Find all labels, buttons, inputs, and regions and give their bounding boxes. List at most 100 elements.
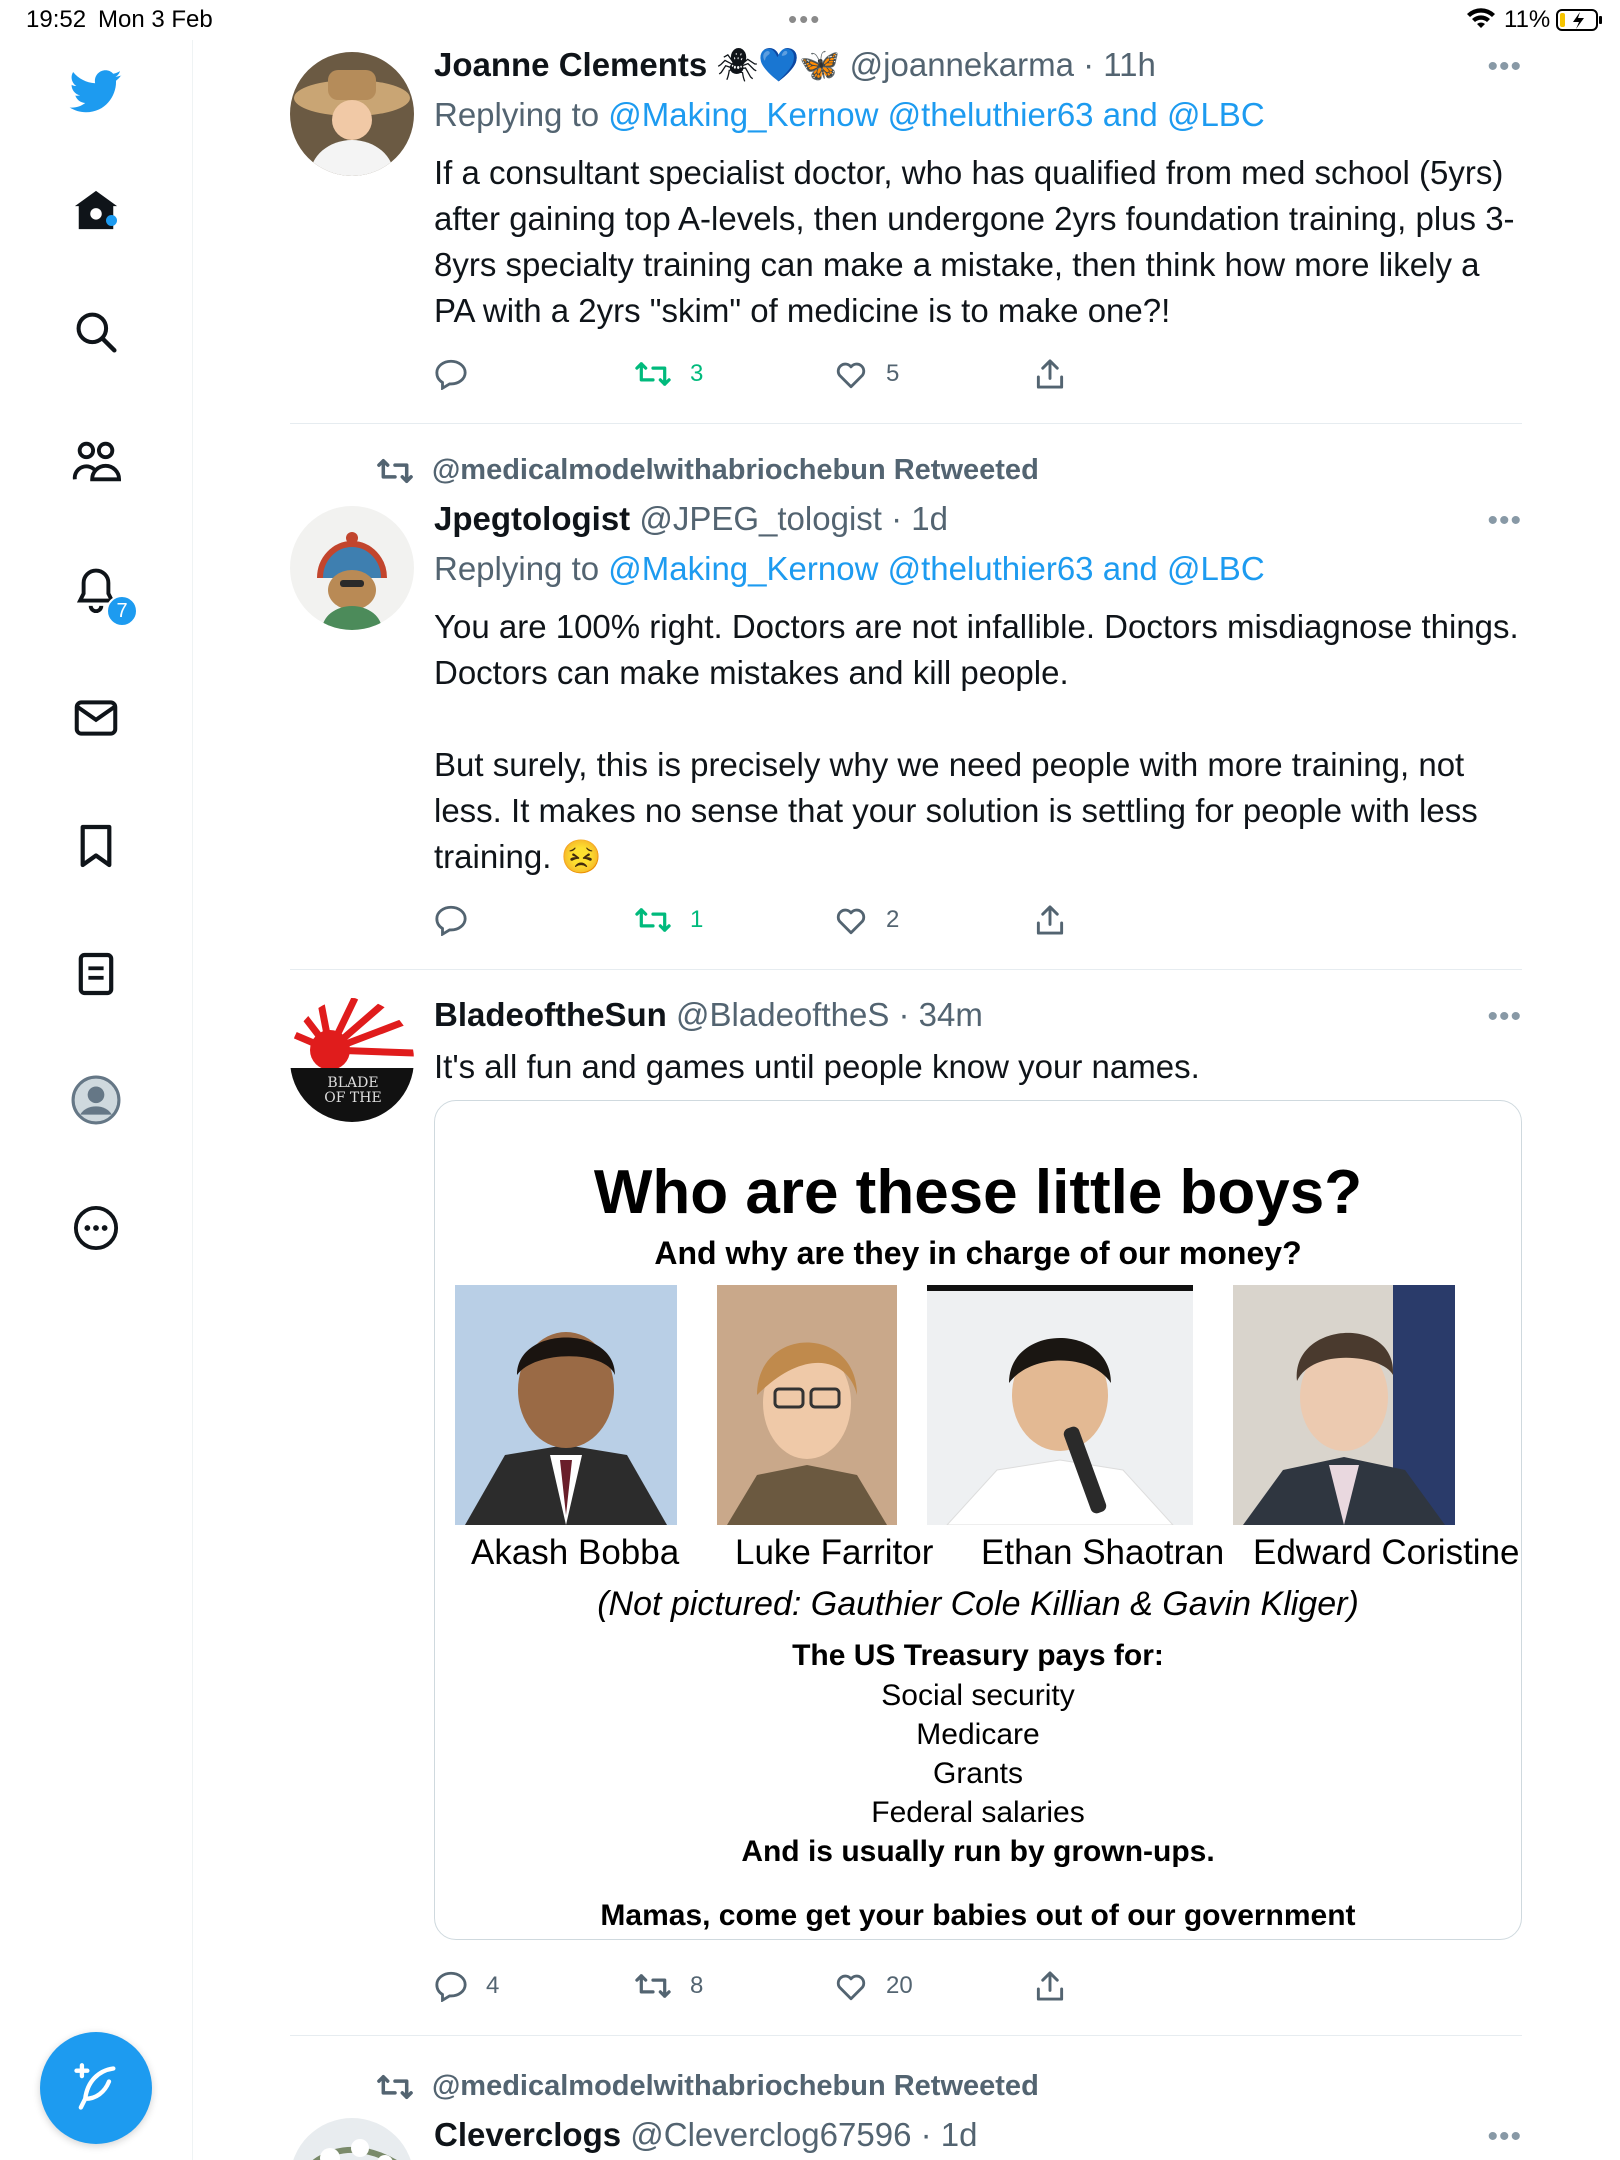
like-heart-icon <box>836 908 866 935</box>
tweet[interactable]: @medicalmodelwithabriochebun Retweeted C… <box>290 2066 1522 2160</box>
replying-to: Replying to @Making_Kernow @theluthier63… <box>434 550 1265 587</box>
sidebar: 7 <box>0 40 193 2160</box>
like-heart-icon <box>836 362 866 389</box>
person-photo <box>1233 1285 1455 1525</box>
reply-button[interactable]: 4 <box>434 1966 499 2006</box>
tweet-divider <box>290 2035 1522 2036</box>
lists-icon[interactable] <box>66 944 126 1004</box>
retweet-icon <box>377 2074 413 2099</box>
tweet[interactable]: Joanne Clements 🕷💙🦋 @joannekarma · 11h •… <box>290 40 1522 420</box>
share-icon <box>1036 1971 1064 2001</box>
author-handle[interactable]: @BladeoftheS <box>676 996 889 1033</box>
share-button[interactable] <box>1034 900 1066 940</box>
messages-envelope-icon[interactable] <box>66 688 126 748</box>
card-closing: Mamas, come get your babies out of our g… <box>600 1899 1356 1932</box>
compose-feather-icon <box>74 2063 116 2110</box>
author-handle[interactable]: @joannekarma <box>850 46 1074 83</box>
tweet-image-card[interactable]: Who are these little boys? And why are t… <box>434 1100 1522 1940</box>
tweet-more-icon[interactable]: ••• <box>1487 504 1522 538</box>
share-icon <box>1036 905 1064 935</box>
mention-link[interactable]: @Making_Kernow @theluthier63 <box>608 96 1093 133</box>
battery-percent: 11% <box>1504 6 1551 33</box>
communities-icon[interactable] <box>66 432 126 492</box>
card-subtitle: And why are they in charge of our money? <box>654 1235 1302 1271</box>
card-title: Who are these little boys? <box>593 1158 1363 1227</box>
author-name[interactable]: Jpegtologist <box>434 500 630 537</box>
home-unread-dot <box>106 215 117 226</box>
share-button[interactable] <box>1034 354 1066 394</box>
reply-count: 4 <box>486 1972 500 1999</box>
avatar[interactable] <box>290 52 414 176</box>
tweet-time: 34m <box>918 996 983 1033</box>
like-count: 2 <box>886 906 900 933</box>
tweet-more-icon[interactable]: ••• <box>1487 50 1522 84</box>
retweet-button[interactable]: 8 <box>634 1966 703 2006</box>
card-list-item: Federal salaries <box>871 1796 1085 1829</box>
retweet-count: 8 <box>690 1972 704 1999</box>
author-name[interactable]: Joanne Clements <box>434 46 707 83</box>
author-handle[interactable]: @JPEG_tologist <box>639 500 882 537</box>
like-heart-icon <box>836 1974 866 2001</box>
person-name: Edward Coristine <box>1253 1533 1520 1572</box>
profile-avatar-icon[interactable] <box>66 1070 126 1130</box>
card-heading: The US Treasury pays for: <box>792 1639 1164 1672</box>
author-name[interactable]: BladeoftheSun <box>434 996 667 1033</box>
card-list-item: Social security <box>881 1679 1075 1712</box>
person-name: Luke Farritor <box>735 1533 934 1572</box>
retweet-icon <box>635 362 671 386</box>
tweet-actions: 3 5 <box>434 354 1134 394</box>
retweeted-by: @medicalmodelwithabriochebun Retweeted <box>376 454 1039 487</box>
author-handle[interactable]: @Cleverclog67596 <box>630 2116 911 2153</box>
reply-button[interactable] <box>434 354 468 394</box>
status-date: Mon 3 Feb <box>98 6 213 33</box>
card-list-item: Grants <box>932 1757 1024 1790</box>
reply-icon <box>435 1971 467 2002</box>
person-name: Ethan Shaotran <box>981 1533 1225 1572</box>
reply-button[interactable] <box>434 900 468 940</box>
tweet-text: It's all fun and games until people know… <box>434 1048 1200 1085</box>
author-name[interactable]: Cleverclogs <box>434 2116 621 2153</box>
avatar[interactable]: BLADE OF THE <box>290 998 414 1122</box>
tweet-divider <box>290 423 1522 424</box>
tweet-text: You are 100% right. Doctors are not infa… <box>434 608 1519 875</box>
mention-link[interactable]: @Making_Kernow @theluthier63 <box>608 550 1093 587</box>
search-icon[interactable] <box>66 302 126 362</box>
status-time: 19:52 <box>26 6 87 33</box>
like-button[interactable]: 5 <box>834 354 899 394</box>
like-count: 5 <box>886 360 900 387</box>
reply-icon <box>435 905 467 936</box>
person-photo <box>455 1285 677 1525</box>
retweeted-by: @medicalmodelwithabriochebun Retweeted <box>376 2070 1039 2103</box>
bookmarks-icon[interactable] <box>66 816 126 876</box>
tweet-text: If a consultant specialist doctor, who h… <box>434 154 1515 329</box>
tweet[interactable]: @medicalmodelwithabriochebun Retweeted J… <box>290 450 1522 960</box>
avatar-label: BLADE OF THE <box>324 1075 382 1106</box>
retweet-button[interactable]: 1 <box>634 900 703 940</box>
like-button[interactable]: 20 <box>834 1966 913 2006</box>
compose-tweet-button[interactable] <box>40 2032 152 2144</box>
tweet-actions: 1 2 <box>434 900 1134 940</box>
battery-charging-icon <box>1556 9 1602 31</box>
tweet-time: 1d <box>940 2116 978 2153</box>
mention-link[interactable]: @LBC <box>1167 96 1265 133</box>
person-name: Akash Bobba <box>471 1533 680 1572</box>
share-button[interactable] <box>1034 1966 1066 2006</box>
like-count: 20 <box>886 1972 913 1999</box>
home-icon[interactable] <box>66 180 126 240</box>
more-options-icon[interactable] <box>66 1198 126 1258</box>
tweet-more-icon[interactable]: ••• <box>1487 2120 1522 2154</box>
name-emoji: 🕷💙🦋 <box>716 46 841 83</box>
like-button[interactable]: 2 <box>834 900 899 940</box>
notification-count-badge: 7 <box>106 595 138 627</box>
retweet-button[interactable]: 3 <box>634 354 703 394</box>
avatar[interactable] <box>290 2118 414 2160</box>
person-photo <box>717 1285 897 1525</box>
mention-link[interactable]: @LBC <box>1167 550 1265 587</box>
tweet[interactable]: BLADE OF THE BladeoftheSun @BladeoftheS … <box>290 990 1522 2030</box>
tweet-divider <box>290 969 1522 970</box>
replying-to: Replying to @Making_Kernow @theluthier63… <box>434 96 1265 133</box>
avatar[interactable] <box>290 506 414 630</box>
tweet-more-icon[interactable]: ••• <box>1487 1000 1522 1034</box>
twitter-logo-icon[interactable] <box>66 62 126 122</box>
multitasking-dots-icon[interactable]: ••• <box>788 4 821 35</box>
